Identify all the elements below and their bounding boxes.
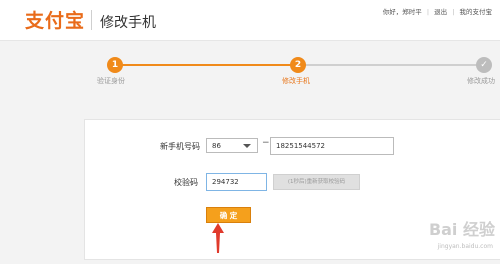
- red-arrow-icon: [212, 223, 224, 253]
- header: 支付宝 修改手机 你好，郑时平 | 退出 | 我的支付宝: [0, 0, 500, 41]
- progress-line-todo: [298, 64, 484, 66]
- user-name-link[interactable]: 郑时平: [402, 8, 422, 16]
- divider: |: [426, 8, 430, 16]
- watermark-url: jingyan.baidu.com: [437, 243, 493, 250]
- step-2-label: 修改手机: [282, 77, 310, 85]
- progress-line-done: [115, 64, 298, 66]
- step-1-label: 验证身份: [97, 77, 125, 85]
- progress-steps: 1 2 ✓ 验证身份 修改手机 修改成功: [0, 52, 500, 86]
- code-input[interactable]: 294732: [206, 173, 267, 191]
- logout-link[interactable]: 退出: [434, 8, 447, 16]
- country-code-select[interactable]: 86: [206, 138, 258, 153]
- step-2-circle: 2: [290, 57, 306, 73]
- code-label: 校验码: [174, 178, 198, 187]
- greeting: 你好，: [382, 8, 403, 16]
- country-code-value: 86: [212, 142, 221, 150]
- watermark-brand: Bai 经验: [428, 220, 495, 239]
- my-alipay-link[interactable]: 我的支付宝: [460, 8, 493, 16]
- phone-label: 新手机号码: [160, 142, 200, 151]
- get-code-button[interactable]: (1秒后)重新获取校验码: [273, 174, 360, 190]
- alipay-logo[interactable]: 支付宝: [25, 6, 85, 33]
- baidu-watermark: Bai 经验 jingyan.baidu.com: [405, 210, 495, 258]
- phone-input[interactable]: 18251544572: [270, 137, 394, 155]
- confirm-button[interactable]: 确 定: [206, 207, 251, 223]
- top-links: 你好，郑时平 | 退出 | 我的支付宝: [383, 6, 492, 16]
- separator-dash: −: [262, 138, 270, 148]
- logo-divider: [91, 10, 92, 30]
- step-3-label: 修改成功: [467, 77, 495, 85]
- step-3-check-icon: ✓: [476, 57, 492, 73]
- page-title: 修改手机: [100, 15, 156, 31]
- divider: |: [452, 8, 455, 16]
- chevron-down-icon: [243, 144, 251, 148]
- step-1-circle: 1: [107, 57, 123, 73]
